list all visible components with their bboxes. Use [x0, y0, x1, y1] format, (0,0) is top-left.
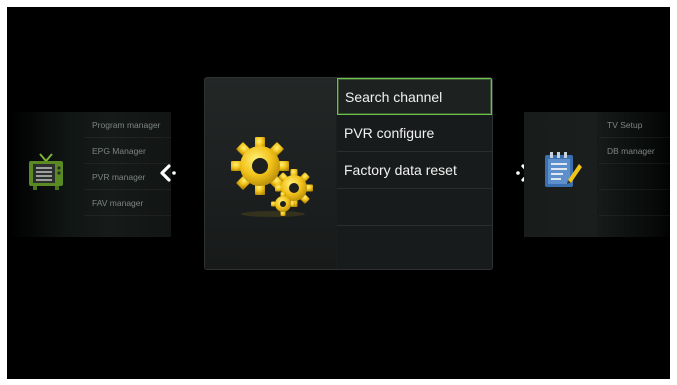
menu-item-empty: [337, 226, 492, 263]
menu-item-factory-data-reset[interactable]: Factory data reset: [337, 152, 492, 189]
right-menu-item-empty: [599, 190, 670, 216]
right-menu-list: TV Setup DB manager: [599, 112, 670, 237]
chevron-left-icon[interactable]: [156, 160, 182, 186]
right-menu-item-tv-setup[interactable]: TV Setup: [599, 112, 670, 138]
main-menu-list: Search channel PVR configure Factory dat…: [337, 78, 492, 269]
main-menu-icon-column: [205, 78, 336, 269]
menu-item-search-channel[interactable]: Search channel: [337, 78, 492, 115]
left-menu-item-fav-manager[interactable]: FAV manager: [84, 190, 171, 216]
right-menu-icon-column: [524, 112, 597, 237]
tv-screen: Program manager EPG Manager PVR manager …: [7, 7, 670, 379]
left-menu-panel[interactable]: Program manager EPG Manager PVR manager …: [10, 112, 171, 237]
left-menu-item-program-manager[interactable]: Program manager: [84, 112, 171, 138]
left-menu-icon-column: [10, 112, 82, 237]
right-menu-panel[interactable]: TV Setup DB manager: [524, 112, 670, 237]
gears-icon: [231, 137, 313, 217]
tv-icon: [29, 153, 63, 190]
menu-item-pvr-configure[interactable]: PVR configure: [337, 115, 492, 152]
right-menu-item-empty: [599, 164, 670, 190]
right-menu-item-db-manager[interactable]: DB manager: [599, 138, 670, 164]
menu-item-empty: [337, 189, 492, 226]
main-menu-panel: Search channel PVR configure Factory dat…: [204, 77, 493, 270]
notepad-icon: [545, 152, 582, 187]
